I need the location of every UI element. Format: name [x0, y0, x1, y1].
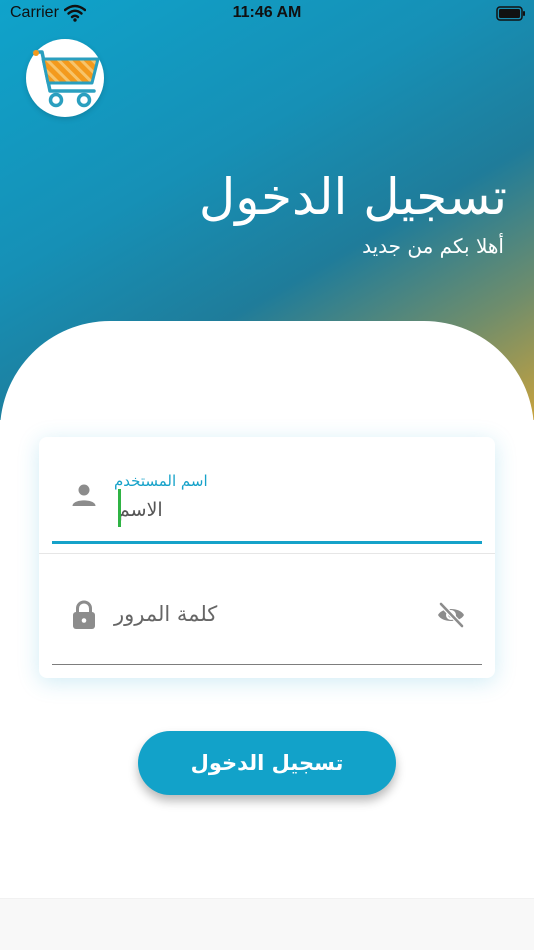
password-input[interactable]: كلمة المرور — [114, 602, 217, 626]
battery-icon — [496, 6, 526, 21]
bottom-area — [0, 898, 534, 950]
password-field[interactable]: كلمة المرور — [52, 554, 482, 665]
person-icon — [71, 482, 97, 508]
shopping-cart-icon — [26, 39, 104, 117]
page-title: تسجيل الدخول — [198, 167, 507, 226]
welcome-subtitle: أهلا بكم من جديد — [362, 234, 504, 258]
text-cursor — [118, 489, 121, 527]
username-input[interactable] — [118, 492, 448, 528]
login-form-card: اسم المستخدم كلمة المرور — [39, 437, 495, 678]
username-label: اسم المستخدم — [114, 472, 208, 490]
username-field[interactable]: اسم المستخدم — [52, 437, 482, 544]
status-time: 11:46 AM — [232, 4, 302, 21]
status-bar: Carrier 11:46 AM — [0, 0, 534, 28]
login-button[interactable]: تسجيل الدخول — [138, 731, 396, 795]
eye-off-icon[interactable] — [436, 602, 466, 628]
lock-icon — [71, 600, 97, 630]
login-screen: Carrier 11:46 AM تسجيل الدخول أهلا بكم م… — [0, 0, 534, 950]
